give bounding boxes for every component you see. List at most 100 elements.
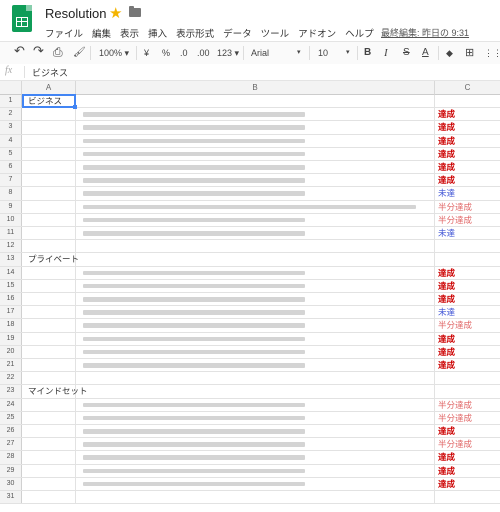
cell-a[interactable] [22,451,76,464]
cell-b[interactable] [76,253,435,266]
cell-c-status[interactable]: 未達 [435,227,500,239]
cell-a[interactable] [22,213,76,226]
menu-item[interactable]: 表示 [120,26,139,40]
row-number[interactable]: 11 [0,227,22,240]
cell-a[interactable] [22,108,76,121]
cell-b[interactable] [76,398,435,411]
cell-c-status[interactable]: 達成 [435,148,500,160]
cell-c-status[interactable] [435,385,500,397]
row-number[interactable]: 5 [0,147,22,160]
cell-c-status[interactable]: 半分達成 [435,399,500,411]
cell-a[interactable] [22,425,76,438]
cell-a[interactable] [22,293,76,306]
zoom-select[interactable]: 100% ▾ [99,46,129,60]
document-title[interactable]: Resolution [45,6,106,21]
cell-b[interactable] [76,425,435,438]
font-select[interactable]: Arial [251,46,269,60]
cell-c-status[interactable]: 達成 [435,108,500,120]
cell-a[interactable] [22,240,76,253]
cell-a[interactable] [22,491,76,504]
italic-button[interactable]: I [384,46,388,60]
cell-c-status[interactable]: 未達 [435,187,500,199]
cell-a[interactable] [22,279,76,292]
row-number[interactable]: 21 [0,359,22,372]
cell-a[interactable]: プライベート [22,253,79,266]
cell-c-status[interactable]: 達成 [435,121,500,133]
number-format-select[interactable]: 123 ▾ [217,46,239,60]
row-number[interactable]: 26 [0,425,22,438]
row-number[interactable]: 6 [0,161,22,174]
row-number[interactable]: 8 [0,187,22,200]
text-color-button[interactable]: A [422,46,429,60]
row-number[interactable]: 15 [0,279,22,292]
cell-b[interactable] [76,174,435,187]
cell-a[interactable] [22,411,76,424]
cell-a[interactable] [22,121,76,134]
cell-a[interactable] [22,134,76,147]
decrease-decimal-button[interactable]: .0 [180,46,188,60]
merge-cells-icon[interactable]: ⋮⋮ [484,46,500,60]
last-edit-link[interactable]: 最終編集: 昨日の 9:31 [381,26,469,39]
cell-b[interactable] [76,306,435,319]
cell-a[interactable] [22,174,76,187]
cell-b[interactable] [76,477,435,490]
cell-c-status[interactable] [435,491,500,503]
currency-button[interactable]: ¥ [144,46,149,60]
cell-b[interactable] [76,332,435,345]
cell-b[interactable] [76,451,435,464]
menu-item[interactable]: アドオン [298,26,336,40]
cell-c-status[interactable]: 未達 [435,306,500,318]
cell-b[interactable] [76,108,435,121]
cell-a[interactable] [22,227,76,240]
cell-a[interactable] [22,200,76,213]
cell-b[interactable] [76,134,435,147]
row-number[interactable]: 13 [0,253,22,266]
cell-c-status[interactable]: 半分達成 [435,438,500,450]
row-number[interactable]: 25 [0,411,22,424]
row-number[interactable]: 9 [0,200,22,213]
cell-a[interactable] [22,266,76,279]
cell-c-status[interactable] [435,240,500,252]
menu-item[interactable]: 表示形式 [176,26,214,40]
cell-b[interactable] [76,464,435,477]
cell-a[interactable] [22,464,76,477]
row-number[interactable]: 10 [0,213,22,226]
row-number[interactable]: 3 [0,121,22,134]
cell-b[interactable] [76,95,435,108]
cell-b[interactable] [76,147,435,160]
row-number[interactable]: 31 [0,491,22,504]
star-icon[interactable]: ★ [109,4,122,22]
row-number[interactable]: 1 [0,95,22,108]
cell-b[interactable] [76,372,435,385]
cell-c-status[interactable]: 達成 [435,346,500,358]
row-number[interactable]: 18 [0,319,22,332]
cell-a[interactable] [22,359,76,372]
row-number[interactable]: 30 [0,477,22,490]
menu-item[interactable]: 挿入 [148,26,167,40]
cell-b[interactable] [76,411,435,424]
cell-a[interactable] [22,319,76,332]
cell-a[interactable] [22,477,76,490]
cell-b[interactable] [76,385,435,398]
cell-a[interactable] [22,306,76,319]
cell-b[interactable] [76,359,435,372]
cell-b[interactable] [76,240,435,253]
row-number[interactable]: 28 [0,451,22,464]
cell-a[interactable]: マインドセット [22,385,88,398]
column-header-c[interactable]: C [435,81,500,95]
cell-c-status[interactable]: 半分達成 [435,412,500,424]
cell-b[interactable] [76,121,435,134]
cell-a[interactable] [22,161,76,174]
row-number[interactable]: 29 [0,464,22,477]
font-size-select[interactable]: 10 [318,46,328,60]
row-number[interactable]: 20 [0,345,22,358]
row-number[interactable]: 7 [0,174,22,187]
cell-b[interactable] [76,279,435,292]
cell-c-status[interactable] [435,372,500,384]
cell-b[interactable] [76,266,435,279]
increase-decimal-button[interactable]: .00 [197,46,210,60]
cell-b[interactable] [76,491,435,504]
cell-b[interactable] [76,345,435,358]
row-number[interactable]: 12 [0,240,22,253]
row-number[interactable]: 17 [0,306,22,319]
